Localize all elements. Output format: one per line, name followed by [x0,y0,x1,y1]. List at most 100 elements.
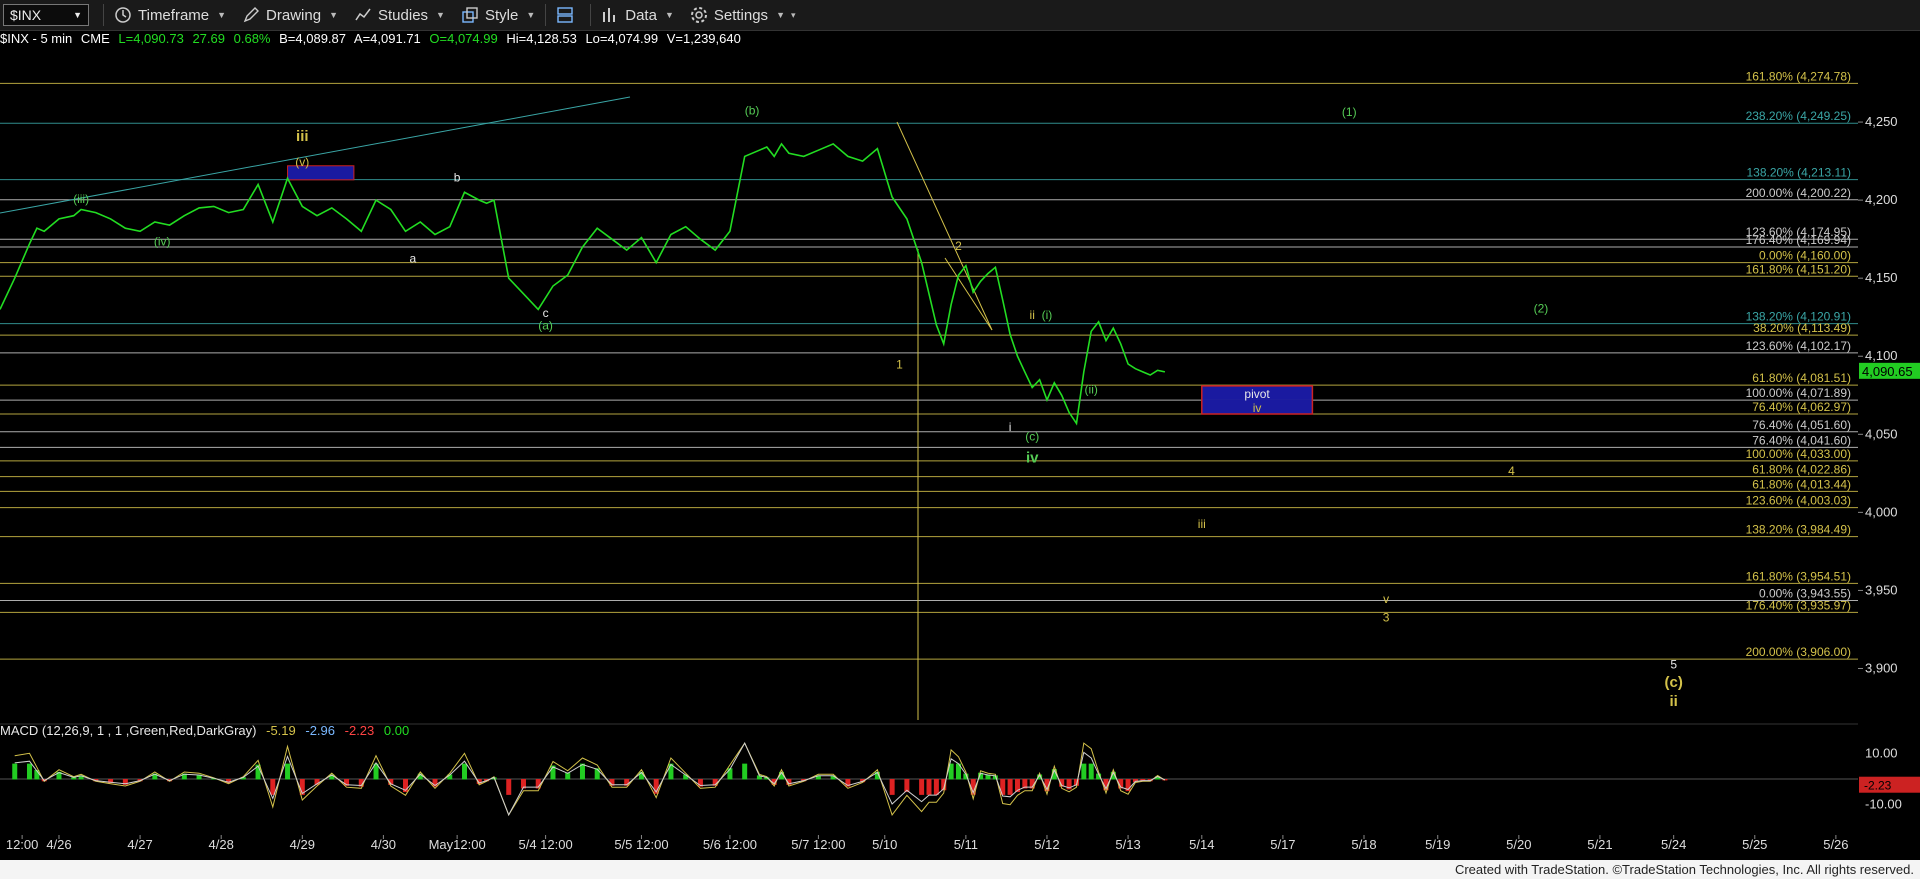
boxes-layer: pivotiv [287,165,1314,415]
wave-label: (i) [1042,308,1053,322]
wave-label: 2 [955,239,962,253]
fib-label: 123.60% (4,102.17) [1746,339,1851,353]
fib-label: 161.80% (4,151.20) [1746,262,1851,276]
macd-histogram-bar [889,779,895,795]
fib-label: 161.80% (3,954.51) [1746,569,1851,583]
macd-title: MACD (12,26,9, 1 , 1 ,Green,Red,DarkGray… [0,723,257,738]
price-tick-label: 3,900 [1865,660,1898,675]
wave-label: (2) [1534,302,1549,316]
time-tick-label: 4/27 [127,837,152,852]
fib-label: 0.00% (4,160.00) [1759,249,1851,263]
drawing-tools-layer [0,96,993,720]
wave-label: 4 [1508,464,1515,478]
wave-label: ii [1670,693,1678,710]
time-tick-label: 12:00 [6,837,39,852]
fib-label: 61.80% (4,013.44) [1752,477,1851,491]
macd-tick-label: 10.00 [1865,745,1898,760]
fib-label: 176.40% (3,935.97) [1746,598,1851,612]
fib-label: 61.80% (4,022.86) [1752,463,1851,477]
fib-label: 138.20% (4,213.11) [1746,166,1851,180]
diagonal-line [944,257,993,331]
fib-label: 138.20% (3,984.49) [1746,523,1851,537]
fib-label: 61.80% (4,081.51) [1752,371,1851,385]
macd-histogram-bar [933,779,939,795]
fib-label: 238.20% (4,249.25) [1746,109,1851,123]
price-axis: 4,250 4,200 4,150 4,100 4,050 4,000 3,950 3,900… [1858,114,1920,675]
wave-label: 1 [896,358,903,372]
time-tick-label: 4/30 [371,837,396,852]
time-tick-label: 5/5 12:00 [614,837,668,852]
price-series-layer [0,142,1166,426]
price-tick-label: 4,200 [1865,192,1898,207]
macd-histogram-bar [506,779,512,795]
macd-histogram-bar [26,763,32,780]
macd-value: -2.23 [344,723,375,738]
time-tick-label: 5/13 [1115,837,1140,852]
time-tick-label: 5/4 12:00 [518,837,572,852]
time-tick-label: 5/18 [1351,837,1376,852]
fib-label: 100.00% (4,071.89) [1746,386,1851,400]
time-tick-label: 5/11 [954,837,978,852]
wave-label: (ii) [1085,383,1098,397]
wave-label: ii [1030,308,1035,322]
fib-label: 76.40% (4,062.97) [1752,400,1851,414]
price-tick-label: 4,150 [1865,270,1898,285]
time-tick-label: 5/20 [1506,837,1531,852]
time-tick-label: 5/7 12:00 [791,837,845,852]
macd-value: -2.96 [305,723,336,738]
price-tick-label: 4,050 [1865,426,1898,441]
time-tick-label: 5/26 [1823,837,1848,852]
wave-label: 5 [1670,657,1677,671]
fib-label: 200.00% (3,906.00) [1746,645,1851,659]
footer-text: Created with TradeStation. ©TradeStation… [1454,862,1914,877]
macd-histogram-bar [462,763,467,780]
wave-label: iii [296,128,309,145]
fib-levels-layer: 161.80% (4,274.78)238.20% (4,249.25)138.… [0,69,1858,660]
wave-label: (iv) [154,234,171,248]
fib-label: 123.60% (4,003.03) [1746,494,1851,508]
fib-label: 176.40% (4,169.94) [1746,233,1851,247]
wave-label: (c) [1665,674,1683,691]
wave-label: a [410,252,417,266]
wave-label: (a) [538,319,553,333]
pivot-wave-label: iv [1253,401,1262,415]
time-tick-label: 4/26 [46,837,71,852]
time-tick-label: 4/28 [209,837,234,852]
time-tick-label: 5/6 12:00 [703,837,757,852]
wave-label: iv [1026,449,1039,466]
time-tick-label: 5/17 [1270,837,1295,852]
wave-label: (b) [745,103,760,117]
wave-labels-layer: iii(v)(iii)(iv)bac(a)(b)12ii (i)(ii)i(c)i… [73,103,1683,710]
price-tick-label: 3,950 [1865,582,1898,597]
time-axis: 12:00 4/26 4/27 4/28 4/29 4/30 May12:00 5/4 12:… [6,835,1849,852]
macd-histogram-bar [1007,779,1013,795]
macd-value: -5.19 [266,723,296,738]
wave-label: iii [1198,517,1206,531]
macd-histogram-bar [919,779,925,795]
wave-label: 3 [1383,611,1390,625]
pivot-label: pivot [1244,387,1270,401]
macd-histogram-bar [926,779,932,795]
time-tick-label: 5/10 [872,837,897,852]
time-tick-label: 5/14 [1189,837,1214,852]
macd-histogram-bar [742,763,748,780]
macd-histogram-bar [285,763,291,780]
fib-label: 200.00% (4,200.22) [1746,186,1851,200]
macd-tick-label: -10.00 [1865,797,1902,812]
wave-label: b [454,170,461,184]
wave-label: (c) [1025,430,1039,444]
wave-label: i [1009,420,1012,434]
macd-histogram-bar [1081,763,1087,780]
wave-label: (v) [295,155,309,169]
fib-label: 100.00% (4,033.00) [1746,447,1851,461]
macd-current-label: -2.23 [1864,779,1892,793]
time-tick-label: May12:00 [429,837,486,852]
wave-label: v [1383,592,1389,606]
price-tick-label: 4,100 [1865,348,1898,363]
macd-histogram-bar [1088,763,1094,780]
wave-label: (iii) [73,192,89,206]
macd-value: 0.00 [383,723,410,738]
macd-legend: MACD (12,26,9, 1 , 1 ,Green,Red,DarkGray… [0,723,415,738]
price-tick-label: 4,000 [1865,504,1898,519]
fib-label: 76.40% (4,041.60) [1752,433,1851,447]
